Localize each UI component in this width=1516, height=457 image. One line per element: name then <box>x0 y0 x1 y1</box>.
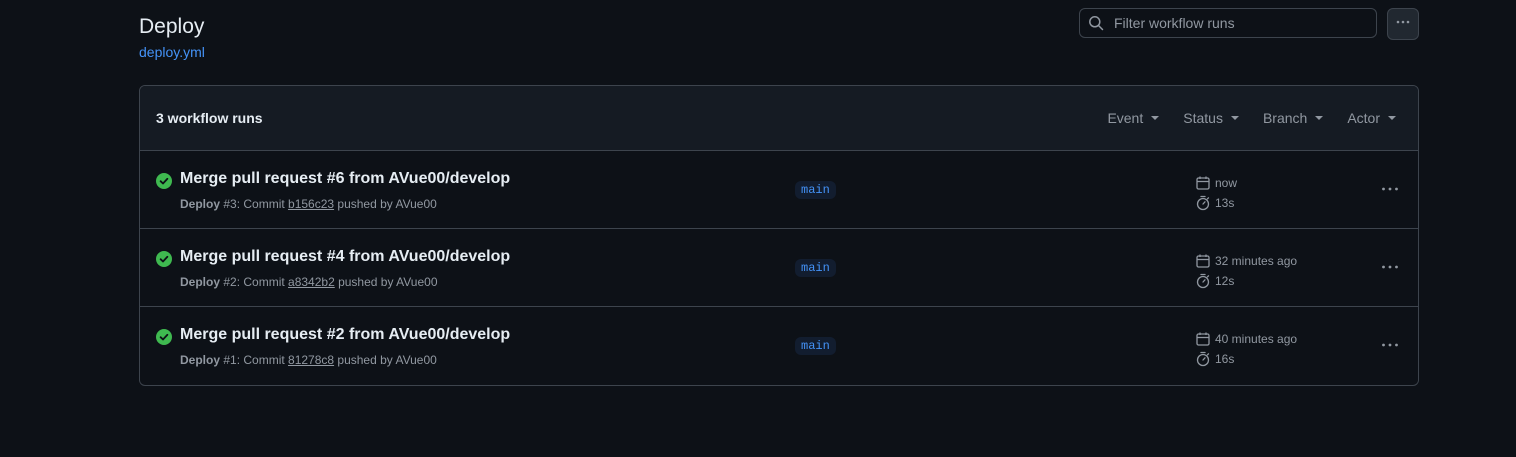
run-actions-button[interactable] <box>1372 335 1408 355</box>
run-timing: 40 minutes ago 16s <box>1195 329 1297 369</box>
run-duration: 12s <box>1215 274 1235 288</box>
run-time-ago: 40 minutes ago <box>1215 332 1298 346</box>
kebab-horizontal-icon <box>1395 14 1411 35</box>
commit-sha-link[interactable]: b156c23 <box>288 197 334 211</box>
branch-badge[interactable]: main <box>795 337 836 355</box>
commit-sha-link[interactable]: 81278c8 <box>288 353 334 367</box>
event-filter[interactable]: Event <box>1107 110 1160 126</box>
check-circle-fill-icon <box>156 329 172 345</box>
search-input[interactable] <box>1112 14 1376 32</box>
branch-badge[interactable]: main <box>795 259 836 277</box>
pushed-by: pushed by AVue00 <box>334 353 437 367</box>
caret-down-icon <box>1315 116 1324 120</box>
caret-down-icon <box>1388 116 1396 120</box>
stopwatch-icon <box>1196 195 1210 211</box>
branch-badge[interactable]: main <box>795 181 836 199</box>
status-filter[interactable]: Status <box>1183 110 1239 126</box>
pushed-by: pushed by AVue00 <box>334 197 437 211</box>
run-number: #3: Commit <box>220 197 289 211</box>
page-title: Deploy <box>139 15 205 38</box>
run-duration: 16s <box>1215 352 1235 366</box>
workflow-name: Deploy <box>180 353 221 367</box>
run-time-ago: 32 minutes ago <box>1215 254 1298 268</box>
run-title[interactable]: Merge pull request #6 from AVue00/develo… <box>180 170 510 188</box>
run-title[interactable]: Merge pull request #2 from AVue00/develo… <box>180 326 510 344</box>
workflow-runs-box: 3 workflow runs Event Status Branch Acto… <box>139 85 1419 386</box>
search-icon <box>1088 15 1104 31</box>
run-row[interactable]: Merge pull request #2 from AVue00/develo… <box>140 307 1418 385</box>
kebab-horizontal-icon <box>1382 265 1398 269</box>
runs-box-header: 3 workflow runs Event Status Branch Acto… <box>140 86 1418 151</box>
calendar-icon <box>1196 332 1210 346</box>
filter-runs-search[interactable] <box>1079 8 1377 38</box>
workflow-name: Deploy <box>180 197 221 211</box>
run-meta: Deploy #1: Commit 81278c8 pushed by AVue… <box>180 353 437 367</box>
actor-filter[interactable]: Actor <box>1347 110 1396 126</box>
run-meta: Deploy #3: Commit b156c23 pushed by AVue… <box>180 197 437 211</box>
run-number: #1: Commit <box>220 353 289 367</box>
run-row[interactable]: Merge pull request #4 from AVue00/develo… <box>140 229 1418 307</box>
caret-down-icon <box>1151 116 1160 120</box>
run-row[interactable]: Merge pull request #6 from AVue00/develo… <box>140 151 1418 229</box>
workflow-name: Deploy <box>180 275 221 289</box>
more-actions-button[interactable] <box>1387 8 1419 40</box>
run-title[interactable]: Merge pull request #4 from AVue00/develo… <box>180 248 510 266</box>
page: Deploy deploy.yml 3 workflow runs Event … <box>0 0 1516 457</box>
run-actions-button[interactable] <box>1372 257 1408 277</box>
stopwatch-icon <box>1196 273 1210 289</box>
stopwatch-icon <box>1196 351 1210 367</box>
branch-filter-label: Branch <box>1262 110 1308 126</box>
check-circle-fill-icon <box>156 173 172 189</box>
runs-count: 3 workflow runs <box>156 110 263 126</box>
run-timing: 32 minutes ago 12s <box>1195 251 1297 291</box>
run-actions-button[interactable] <box>1372 179 1408 199</box>
commit-sha-link[interactable]: a8342b2 <box>288 275 335 289</box>
kebab-horizontal-icon <box>1382 187 1398 191</box>
run-meta: Deploy #2: Commit a8342b2 pushed by AVue… <box>180 275 438 289</box>
check-circle-fill-icon <box>156 251 172 267</box>
event-filter-label: Event <box>1107 110 1144 126</box>
run-number: #2: Commit <box>220 275 289 289</box>
actor-filter-label: Actor <box>1347 110 1380 126</box>
workflow-header: Deploy deploy.yml <box>139 14 205 62</box>
run-timing: now 13s <box>1195 173 1237 213</box>
calendar-icon <box>1196 176 1210 190</box>
workflow-file-link[interactable]: deploy.yml <box>139 43 205 61</box>
caret-down-icon <box>1230 116 1239 120</box>
status-filter-label: Status <box>1183 110 1223 126</box>
branch-filter[interactable]: Branch <box>1262 110 1324 126</box>
pushed-by: pushed by AVue00 <box>334 275 438 289</box>
run-time-ago: now <box>1215 176 1238 190</box>
run-duration: 13s <box>1215 196 1235 210</box>
calendar-icon <box>1196 254 1210 268</box>
kebab-horizontal-icon <box>1382 343 1398 347</box>
